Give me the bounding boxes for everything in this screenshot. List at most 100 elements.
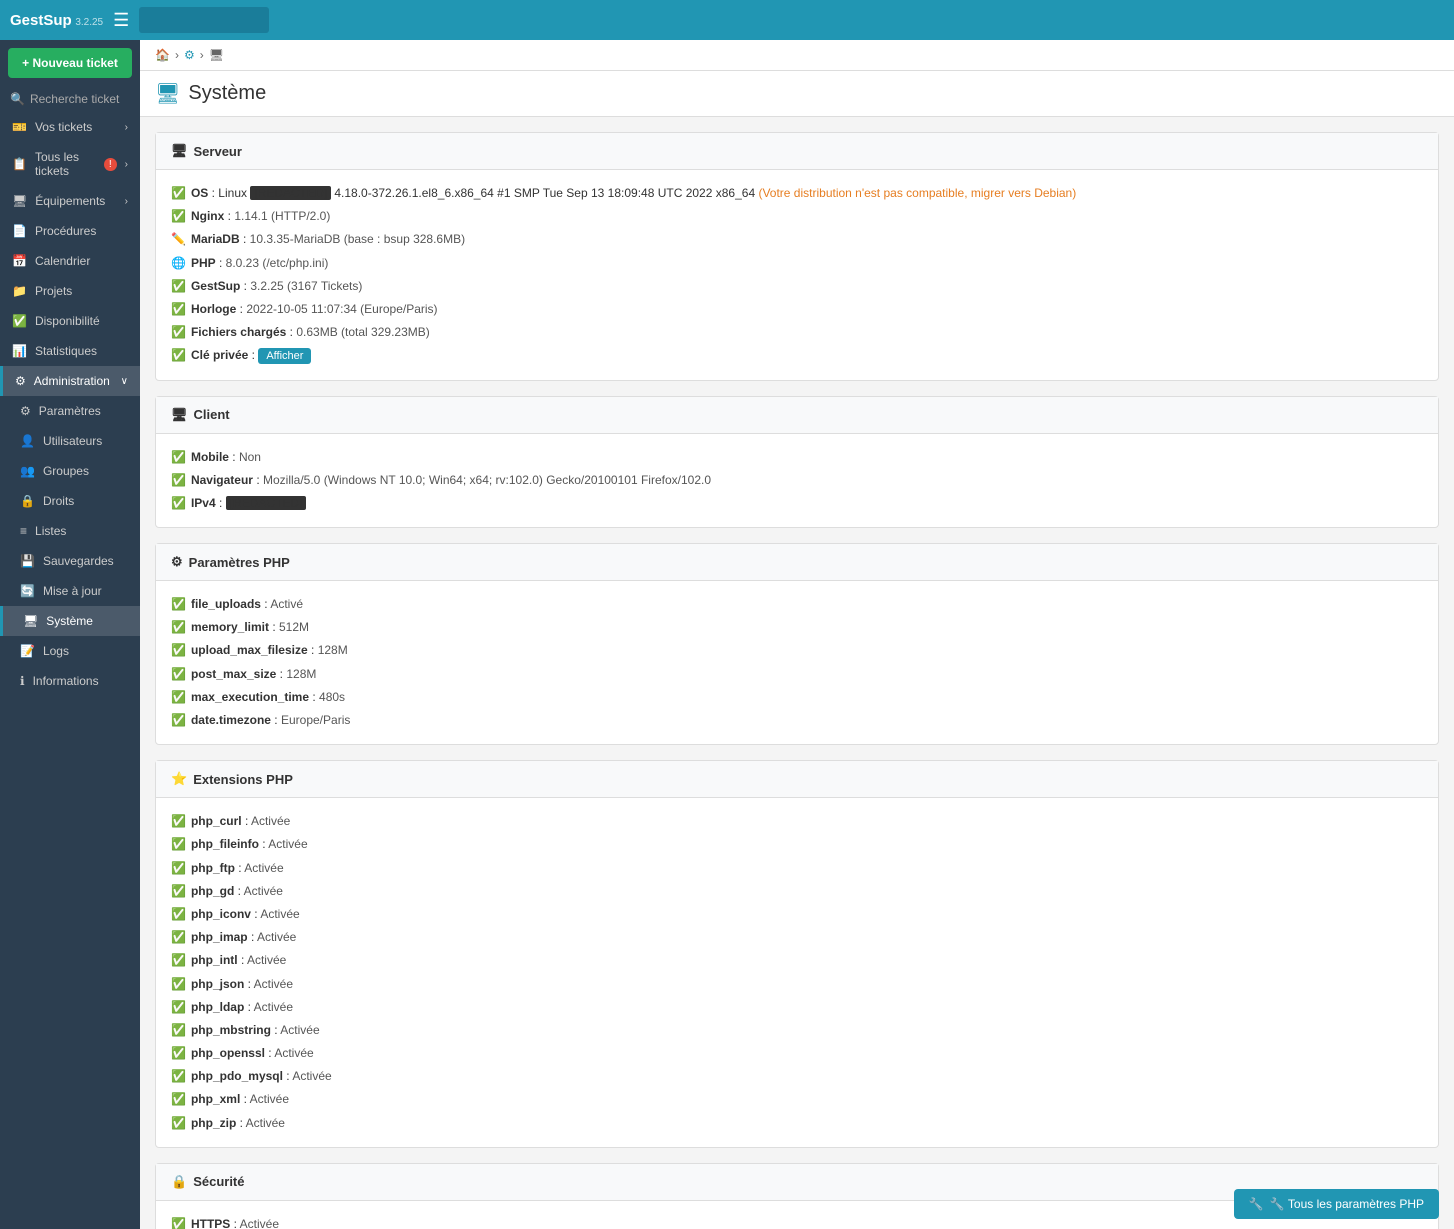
ok-icon: ✅ bbox=[171, 688, 186, 707]
sidebar-item-statistiques[interactable]: 📊 Statistiques bbox=[0, 336, 140, 366]
serveur-title: Serveur bbox=[194, 144, 242, 159]
client-body: ✅ Mobile : Non ✅ Navigateur : Mozilla/5.… bbox=[156, 434, 1438, 528]
table-row: ✅php_mbstring : Activée bbox=[171, 1019, 1423, 1042]
sidebar-item-parametres[interactable]: ⚙ Paramètres bbox=[0, 396, 140, 426]
ok-icon: ✅ bbox=[171, 641, 186, 660]
php-params-button[interactable]: 🔧 🔧 Tous les paramètres PHP bbox=[1234, 1189, 1439, 1219]
gear-icon: ⚙ bbox=[15, 374, 26, 388]
wrench-icon: 🔧 bbox=[1249, 1197, 1264, 1211]
sidebar-item-listes[interactable]: ≡ Listes bbox=[0, 516, 140, 546]
search-icon: 🔍 bbox=[10, 92, 25, 106]
page-title-bar: 🖥 Système bbox=[140, 71, 1454, 117]
ok-icon: ✅ bbox=[171, 998, 186, 1017]
table-row: ✅ memory_limit : 512M bbox=[171, 616, 1423, 639]
group-icon: 👥 bbox=[20, 464, 35, 478]
client-header: 🖥 Client bbox=[156, 397, 1438, 434]
ok-icon: ✅ bbox=[171, 1044, 186, 1063]
ok-icon: ✅ bbox=[171, 711, 186, 730]
extensions-php-title: Extensions PHP bbox=[193, 772, 293, 787]
list-icon: 📋 bbox=[12, 157, 27, 171]
chevron-right-icon: › bbox=[125, 122, 128, 133]
footer-bar: 🔧 🔧 Tous les paramètres PHP bbox=[1219, 1179, 1454, 1229]
server-icon: 🖥 bbox=[12, 194, 27, 208]
new-ticket-button[interactable]: + Nouveau ticket bbox=[8, 48, 132, 78]
sidebar-item-administration[interactable]: ⚙ Administration ∨ bbox=[0, 366, 140, 396]
table-row: ✅php_openssl : Activée bbox=[171, 1042, 1423, 1065]
sidebar-item-equipements[interactable]: 🖥 Équipements › bbox=[0, 186, 140, 216]
ok-icon: ✅ bbox=[171, 595, 186, 614]
ok-icon: ✅ bbox=[171, 835, 186, 854]
sidebar-item-informations[interactable]: ℹ Informations bbox=[0, 666, 140, 696]
sidebar-item-groupes[interactable]: 👥 Groupes bbox=[0, 456, 140, 486]
table-row: ✅php_imap : Activée bbox=[171, 926, 1423, 949]
lock-icon: 🔒 bbox=[20, 494, 35, 508]
chevron-right-icon-equip: › bbox=[125, 196, 128, 207]
breadcrumb-admin[interactable]: ⚙ bbox=[184, 48, 195, 62]
params-php-title: Paramètres PHP bbox=[189, 555, 290, 570]
ok-icon: ✅ bbox=[171, 1067, 186, 1086]
chevron-down-icon: ∨ bbox=[121, 376, 128, 387]
folder-icon: 📁 bbox=[12, 284, 27, 298]
page-title: 🖥 Système bbox=[155, 81, 266, 106]
sidebar-item-disponibilite[interactable]: ✅ Disponibilité bbox=[0, 306, 140, 336]
sidebar-item-droits[interactable]: 🔒 Droits bbox=[0, 486, 140, 516]
ok-icon: ✅ bbox=[171, 618, 186, 637]
users-icon: 👤 bbox=[20, 434, 35, 448]
ok-icon: ✅ bbox=[171, 905, 186, 924]
server-section-icon: 🖥 bbox=[171, 143, 188, 159]
table-row: ✅ GestSup : 3.2.25 (3167 Tickets) bbox=[171, 275, 1423, 298]
sidebar: + Nouveau ticket 🔍 Recherche ticket 🎫 Vo… bbox=[0, 40, 140, 1229]
client-title: Client bbox=[194, 407, 230, 422]
system-icon: 🖥 bbox=[155, 81, 180, 106]
table-row: ✏️ MariaDB : 10.3.35-MariaDB (base : bsu… bbox=[171, 228, 1423, 251]
table-row: ✅ file_uploads : Activé bbox=[171, 593, 1423, 616]
breadcrumb-sep2: › bbox=[200, 48, 204, 62]
search-placeholder: Recherche ticket bbox=[30, 92, 119, 106]
ok-icon: ✅ bbox=[171, 975, 186, 994]
sidebar-item-procedures[interactable]: 📄 Procédures bbox=[0, 216, 140, 246]
php-section-icon: ⚙ bbox=[171, 554, 183, 570]
sidebar-item-vos-tickets[interactable]: 🎫 Vos tickets › bbox=[0, 112, 140, 142]
ok-icon: ✅ bbox=[171, 928, 186, 947]
logs-icon: 📝 bbox=[20, 644, 35, 658]
desktop-icon: 🖥 bbox=[23, 614, 38, 628]
sidebar-item-calendrier[interactable]: 📅 Calendrier bbox=[0, 246, 140, 276]
securite-title: Sécurité bbox=[193, 1174, 244, 1189]
status-ok-icon-ipv4: ✅ bbox=[171, 494, 186, 513]
sidebar-item-utilisateurs[interactable]: 👤 Utilisateurs bbox=[0, 426, 140, 456]
sidebar-search: 🔍 Recherche ticket bbox=[0, 86, 140, 112]
table-row: ✅ Horloge : 2022-10-05 11:07:34 (Europe/… bbox=[171, 298, 1423, 321]
ok-icon: ✅ bbox=[171, 1090, 186, 1109]
breadcrumb: 🏠 › ⚙ › 🖥 bbox=[140, 40, 1454, 71]
table-row: ✅ upload_max_filesize : 128M bbox=[171, 639, 1423, 662]
sidebar-item-sauvegardes[interactable]: 💾 Sauvegardes bbox=[0, 546, 140, 576]
sidebar-item-systeme[interactable]: 🖥 Système bbox=[0, 606, 140, 636]
table-row: ✅php_iconv : Activée bbox=[171, 903, 1423, 926]
ticket-icon: 🎫 bbox=[12, 120, 27, 134]
afficher-button[interactable]: Afficher bbox=[258, 348, 311, 364]
php-params-label: 🔧 Tous les paramètres PHP bbox=[1270, 1197, 1424, 1211]
ok-icon: ✅ bbox=[171, 859, 186, 878]
status-ok-icon: ✅ bbox=[171, 184, 186, 203]
status-ok-icon-horloge: ✅ bbox=[171, 300, 186, 319]
sidebar-item-projets[interactable]: 📁 Projets bbox=[0, 276, 140, 306]
table-row: ✅ IPv4 : [REDACTED] bbox=[171, 492, 1423, 515]
table-row: ✅ Mobile : Non bbox=[171, 446, 1423, 469]
sidebar-item-tous-les-tickets[interactable]: 📋 Tous les tickets ! › bbox=[0, 142, 140, 186]
file-icon: 📄 bbox=[12, 224, 27, 238]
serveur-header: 🖥 Serveur bbox=[156, 133, 1438, 170]
content-area: 🖥 Serveur ✅ OS : Linux [REDACTED] 4.18.0… bbox=[140, 117, 1454, 1229]
sidebar-item-mise-a-jour[interactable]: 🔄 Mise à jour bbox=[0, 576, 140, 606]
table-row: ✅ Fichiers chargés : 0.63MB (total 329.2… bbox=[171, 321, 1423, 344]
ok-icon: ✅ bbox=[171, 1114, 186, 1133]
edit-icon-mariadb: ✏️ bbox=[171, 230, 186, 249]
chevron-right-icon-tickets: › bbox=[125, 159, 128, 170]
save-icon: 💾 bbox=[20, 554, 35, 568]
table-row: ✅php_ftp : Activée bbox=[171, 857, 1423, 880]
sidebar-item-logs[interactable]: 📝 Logs bbox=[0, 636, 140, 666]
breadcrumb-home[interactable]: 🏠 bbox=[155, 48, 170, 62]
menu-hamburger-icon[interactable]: ☰ bbox=[113, 10, 129, 31]
calendar-icon: 📅 bbox=[12, 254, 27, 268]
extensions-php-header: ⭐ Extensions PHP bbox=[156, 761, 1438, 798]
params-php-header: ⚙ Paramètres PHP bbox=[156, 544, 1438, 581]
